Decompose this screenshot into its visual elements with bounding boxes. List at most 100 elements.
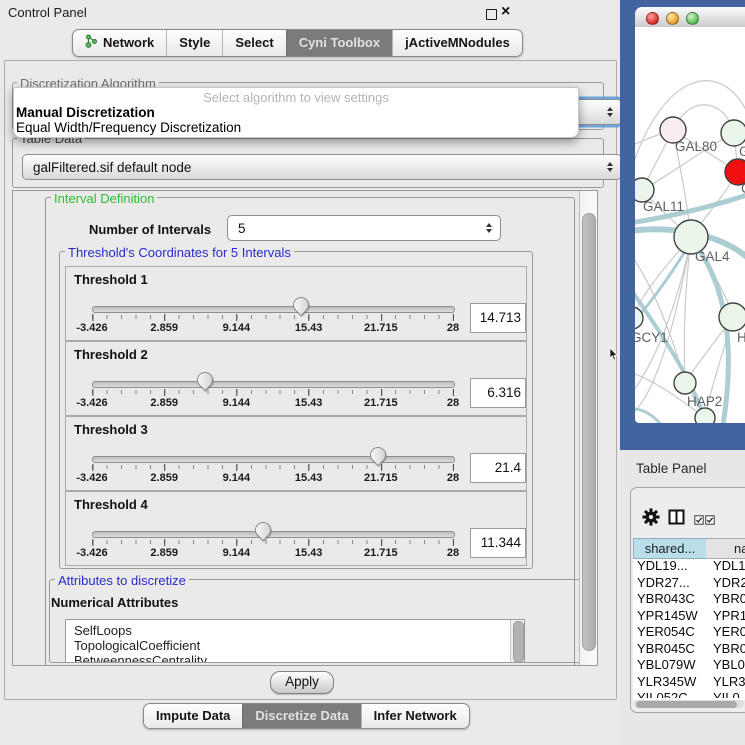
combo-arrows-icon	[607, 162, 613, 172]
node-label-gal4: GAL4	[695, 249, 730, 264]
network-window-frame: GAL80 GA C GAL11 GAL4 GCY1 H HAP2	[620, 0, 745, 450]
table-row[interactable]: YIL052CYIL0	[633, 690, 745, 698]
table-horizontal-scrollbar[interactable]	[634, 700, 744, 708]
tick-label: 21.715	[364, 397, 398, 409]
close-icon[interactable]: ×	[501, 2, 510, 22]
numerical-attributes-list[interactable]: SelfLoops TopologicalCoefficient Between…	[65, 619, 525, 663]
node-label-fragment: C	[741, 181, 745, 196]
tab-infer-network[interactable]: Infer Network	[361, 704, 469, 728]
table-row[interactable]: YPR145WYPR14	[633, 608, 745, 625]
tab-style[interactable]: Style	[166, 30, 222, 56]
gear-icon[interactable]	[642, 508, 660, 531]
num-intervals-value: 5	[238, 221, 246, 236]
tick-label: 28	[447, 397, 459, 409]
column-header-shared[interactable]: shared...	[633, 538, 707, 559]
tick-label: 28	[447, 472, 459, 484]
num-intervals-spinner[interactable]: 5	[227, 215, 501, 241]
tick-label: 15.43	[295, 472, 323, 484]
thresholds-group-title: Threshold's Coordinates for 5 Intervals	[65, 245, 294, 260]
network-window-titlebar[interactable]	[635, 7, 745, 28]
threshold-1-value-field[interactable]: 14.713	[470, 303, 526, 333]
table-row[interactable]: YER054CYER05	[633, 624, 745, 641]
popup-item-equal-width[interactable]: Equal Width/Frequency Discretization	[16, 120, 241, 135]
apply-button[interactable]: Apply	[270, 671, 334, 694]
threshold-label: Threshold 4	[74, 497, 148, 512]
slider-ticks	[92, 465, 454, 469]
split-columns-icon[interactable]	[668, 509, 685, 530]
checkbox-icon[interactable]	[694, 512, 704, 530]
table-row[interactable]: YBR043CYBR04	[633, 591, 745, 608]
tick-label: -3.426	[76, 397, 107, 409]
table-data-combo[interactable]: galFiltered.sif default node	[22, 154, 622, 180]
table-row[interactable]: YBR045CYBR04	[633, 641, 745, 658]
node-table: shared... na YDL19...YDL19 YDR27...YDR27…	[633, 538, 745, 700]
threshold-label: Threshold 3	[74, 422, 148, 437]
list-item[interactable]: TopologicalCoefficient	[66, 638, 524, 653]
slider-thumb[interactable]	[251, 519, 274, 542]
threshold-label: Threshold 1	[74, 272, 148, 287]
threshold-panel: Threshold 4 -3.426 2.859 9.144 15.43 21.…	[65, 491, 527, 566]
interval-group-title: Interval Definition	[51, 191, 157, 206]
close-traffic-light[interactable]	[646, 12, 659, 25]
tab-select[interactable]: Select	[222, 30, 285, 56]
node-hap2[interactable]	[674, 372, 696, 394]
numerical-attributes-label: Numerical Attributes	[51, 595, 178, 610]
slider-ticks	[92, 315, 454, 319]
popup-item-manual-discretization[interactable]: Manual Discretization	[16, 105, 155, 120]
checkbox-icon[interactable]	[705, 512, 715, 530]
scrollbar-thumb[interactable]	[582, 213, 596, 651]
minimize-traffic-light[interactable]	[666, 12, 679, 25]
slider-thumb[interactable]	[367, 444, 390, 467]
tick-label: 2.859	[150, 547, 178, 559]
tab-network[interactable]: Network	[73, 30, 166, 56]
threshold-panel: Threshold 1 -3.426 2.859 9.144 15.43 21.…	[65, 266, 527, 341]
tick-label: 15.43	[295, 322, 323, 334]
panel-title: Control Panel	[8, 5, 87, 20]
threshold-3-value-field[interactable]: 21.4	[470, 453, 526, 483]
tick-label: 2.859	[150, 397, 178, 409]
algorithm-dropdown-popup: Select algorithm to view settings Manual…	[13, 87, 579, 138]
table-rows: YDL19...YDL19 YDR27...YDR27 YBR043CYBR04…	[633, 558, 745, 698]
tick-label: -3.426	[76, 322, 107, 334]
list-scrollbar[interactable]	[510, 620, 524, 662]
network-icon	[85, 34, 98, 51]
table-row[interactable]: YDL19...YDL19	[633, 558, 745, 575]
float-window-icon[interactable]	[486, 9, 497, 20]
list-item[interactable]: BetweennessCentrality	[66, 653, 524, 663]
node-h[interactable]	[719, 303, 745, 331]
threshold-4-value-field[interactable]: 11.344	[470, 528, 526, 558]
node-label-hap2: HAP2	[687, 394, 722, 409]
tick-label: 21.715	[364, 547, 398, 559]
combo-arrows-icon	[607, 107, 613, 117]
slider-thumb[interactable]	[194, 369, 217, 392]
tick-label: 15.43	[295, 547, 323, 559]
node-bottom-partial[interactable]	[695, 408, 715, 423]
tab-impute-data[interactable]: Impute Data	[144, 704, 242, 728]
settings-scrollbar[interactable]	[579, 191, 597, 665]
table-row[interactable]: YDR27...YDR27	[633, 575, 745, 592]
table-row[interactable]: YLR345WYLR34	[633, 674, 745, 691]
slider-ticks	[92, 390, 454, 394]
tick-label: -3.426	[76, 547, 107, 559]
node-label-gcy1: GCY1	[635, 330, 668, 345]
network-canvas[interactable]: GAL80 GA C GAL11 GAL4 GCY1 H HAP2	[635, 27, 745, 423]
threshold-label: Threshold 2	[74, 347, 148, 362]
settings-scrollpane: Interval Definition Number of Intervals …	[12, 190, 598, 666]
table-panel-toolbar	[630, 505, 745, 535]
node-partial-top-right[interactable]	[721, 120, 745, 146]
column-header-name[interactable]: na	[706, 538, 745, 559]
bottom-tab-bar: Impute Data Discretize Data Infer Networ…	[143, 703, 470, 729]
top-tab-bar: Network Style Select Cyni Toolbox jActiv…	[72, 29, 523, 57]
scrollbar-thumb[interactable]	[636, 701, 737, 708]
list-item[interactable]: SelfLoops	[66, 620, 524, 638]
tab-jactivemnodules[interactable]: jActiveMNodules	[392, 30, 522, 56]
tick-label: 28	[447, 322, 459, 334]
threshold-2-value-field[interactable]: 6.316	[470, 378, 526, 408]
tab-discretize-data[interactable]: Discretize Data	[242, 704, 360, 728]
table-row[interactable]: YBL079WYBL07	[633, 657, 745, 674]
slider-thumb[interactable]	[290, 294, 313, 317]
tab-cyni-toolbox[interactable]: Cyni Toolbox	[286, 30, 392, 56]
tick-label: 9.144	[223, 472, 251, 484]
zoom-traffic-light[interactable]	[686, 12, 699, 25]
tick-label: -3.426	[76, 472, 107, 484]
